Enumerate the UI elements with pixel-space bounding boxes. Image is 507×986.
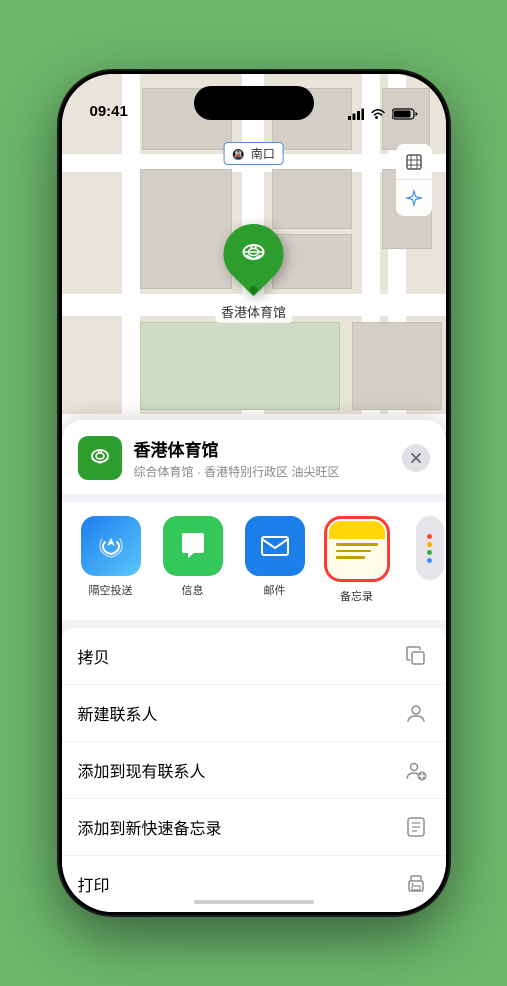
notes-line-2: [336, 550, 372, 553]
share-mail[interactable]: 邮件: [240, 516, 310, 604]
close-button[interactable]: [402, 444, 430, 472]
entrance-label-text: 南口: [251, 147, 275, 161]
airdrop-symbol: [95, 530, 127, 562]
wifi-icon: [370, 108, 386, 120]
venue-name: 香港体育馆: [134, 436, 390, 461]
action-add-contact-label: 添加到现有联系人: [78, 758, 402, 782]
status-time: 09:41: [90, 103, 128, 122]
phone-frame: 09:41: [59, 71, 449, 915]
airdrop-label: 隔空投送: [89, 582, 133, 598]
stadium-venue-icon: [87, 445, 113, 471]
action-print-label: 打印: [78, 872, 402, 896]
phone-screen: 09:41: [62, 74, 446, 912]
map-controls: [396, 144, 432, 216]
airdrop-icon: [81, 516, 141, 576]
action-add-notes-label: 添加到新快速备忘录: [78, 815, 402, 839]
mail-icon-bg: [245, 516, 305, 576]
action-list: 拷贝 新建联系人: [62, 628, 446, 912]
message-label: 信息: [182, 582, 204, 598]
action-add-contact[interactable]: 添加到现有联系人: [62, 742, 446, 799]
action-copy-label: 拷贝: [78, 644, 402, 668]
signal-icon: [348, 108, 364, 120]
share-airdrop[interactable]: 隔空投送: [76, 516, 146, 604]
dot-orange: [427, 542, 432, 547]
venue-address: 综合体育馆 · 香港特别行政区 油尖旺区: [134, 463, 390, 480]
marker-pin: [211, 212, 296, 297]
compass-icon: [405, 189, 423, 207]
message-symbol: [176, 529, 210, 563]
message-icon-bg: [163, 516, 223, 576]
notes-icon-bg: [329, 521, 385, 577]
notes-label: 备忘录: [340, 588, 373, 604]
venue-icon: [78, 436, 122, 480]
add-contact-icon: [402, 756, 430, 784]
home-indicator: [194, 900, 314, 904]
mail-symbol: [258, 529, 292, 563]
action-new-contact-label: 新建联系人: [78, 701, 402, 725]
dynamic-island: [194, 86, 314, 120]
map-entrance-label: 🚇 南口: [223, 142, 284, 165]
location-info: 香港体育馆 综合体育馆 · 香港特别行政区 油尖旺区: [134, 436, 390, 480]
action-new-contact[interactable]: 新建联系人: [62, 685, 446, 742]
close-icon: [410, 452, 422, 464]
copy-icon: [402, 642, 430, 670]
share-notes[interactable]: 备忘录: [322, 516, 392, 604]
map-marker: 香港体育馆: [215, 224, 292, 323]
action-add-notes[interactable]: 添加到新快速备忘录: [62, 799, 446, 856]
print-icon: [402, 870, 430, 898]
action-copy[interactable]: 拷贝: [62, 628, 446, 685]
new-contact-icon: [402, 699, 430, 727]
dot-blue: [427, 558, 432, 563]
location-button[interactable]: [396, 180, 432, 216]
share-row: 隔空投送 信息: [62, 502, 446, 620]
map-layers-icon: [404, 152, 424, 172]
dot-green: [427, 550, 432, 555]
marker-label: 香港体育馆: [215, 300, 292, 323]
mail-label: 邮件: [264, 582, 286, 598]
battery-icon: [392, 108, 418, 120]
share-message[interactable]: 信息: [158, 516, 228, 604]
marker-dot: [249, 286, 257, 294]
notes-line-3: [336, 556, 365, 559]
add-notes-icon: [402, 813, 430, 841]
map-view-toggle[interactable]: [396, 144, 432, 180]
more-dots-container: [416, 516, 444, 580]
stadium-icon: [238, 239, 268, 269]
dot-red: [427, 534, 432, 539]
status-icons: [348, 108, 418, 122]
location-card: 香港体育馆 综合体育馆 · 香港特别行政区 油尖旺区: [62, 420, 446, 494]
notes-line-1: [336, 543, 378, 546]
share-more[interactable]: [404, 516, 434, 604]
bottom-sheet: 香港体育馆 综合体育馆 · 香港特别行政区 油尖旺区: [62, 420, 446, 912]
